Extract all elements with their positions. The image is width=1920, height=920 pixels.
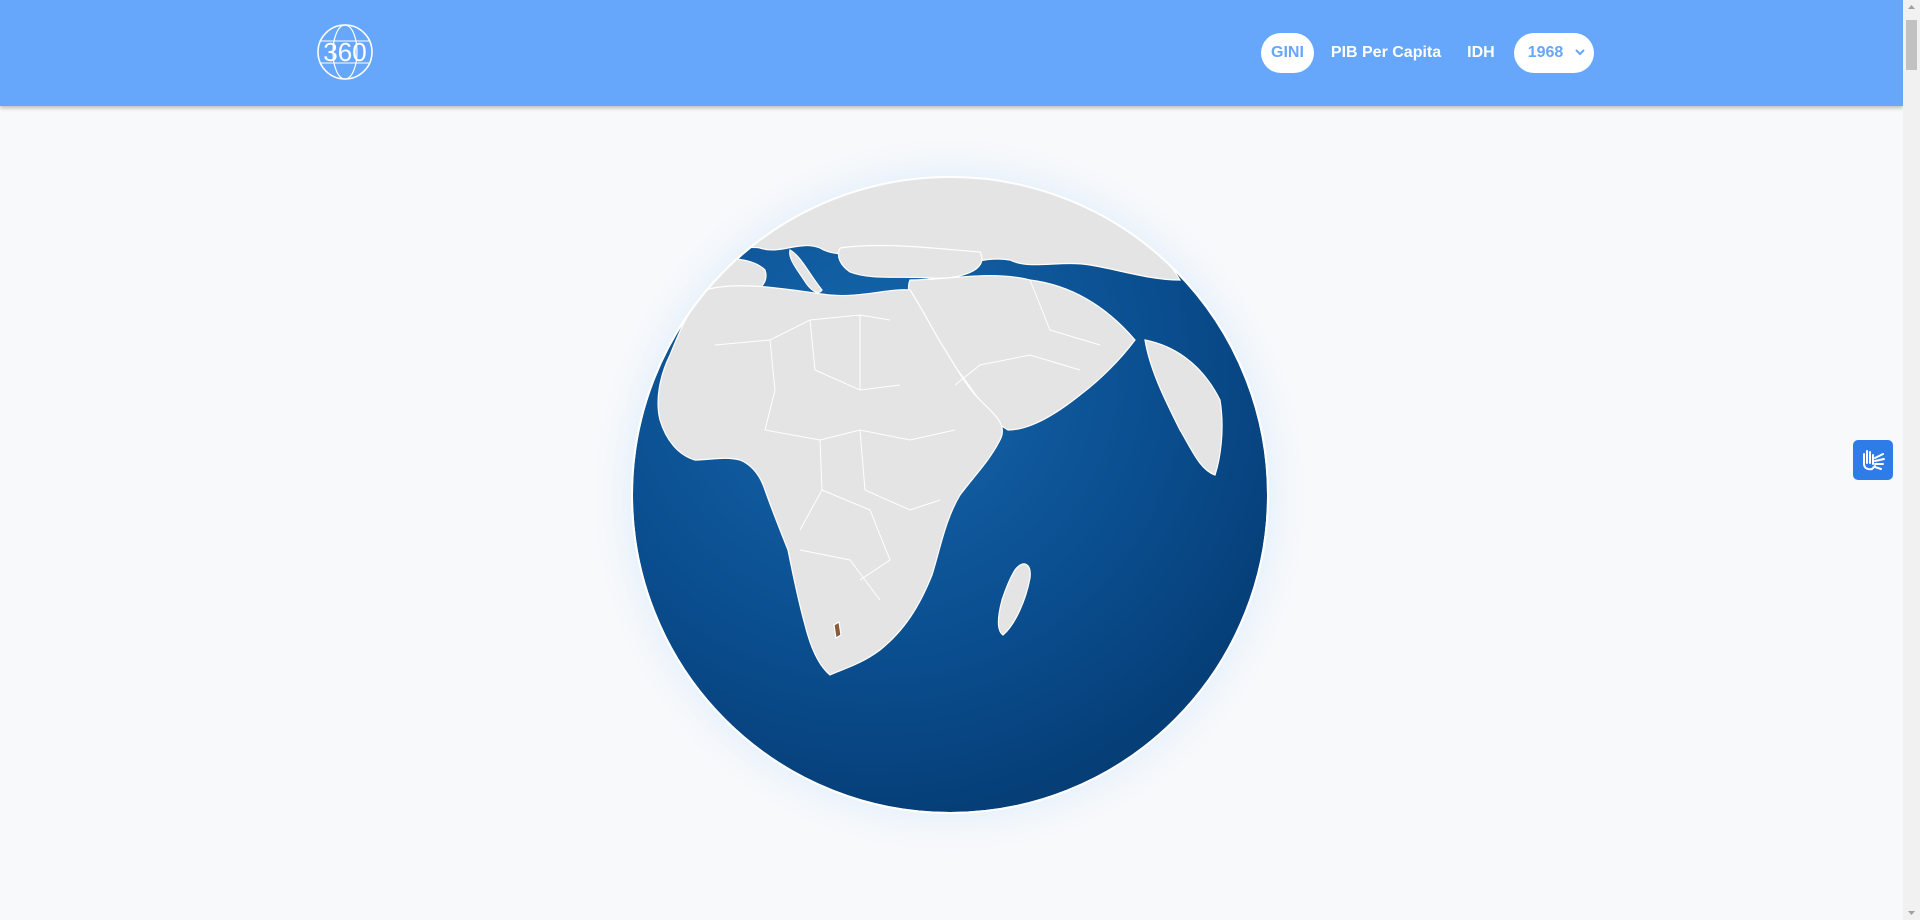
top-header: 360 GINI PIB Per Capita IDH 1968: [0, 0, 1903, 106]
chevron-down-icon: [1575, 49, 1585, 56]
year-select[interactable]: 1968: [1513, 33, 1594, 73]
logo[interactable]: 360: [316, 23, 374, 81]
land-balkans-turkey[interactable]: [837, 244, 983, 279]
globe-360-logo-icon: 360: [317, 24, 373, 80]
scroll-down-arrow-icon[interactable]: [1903, 906, 1920, 920]
nav-gini[interactable]: GINI: [1261, 33, 1314, 73]
nav-idh[interactable]: IDH: [1458, 33, 1504, 73]
main-nav: GINI PIB Per Capita IDH 1968: [1261, 33, 1594, 73]
globe-svg[interactable]: [560, 130, 1340, 910]
accessibility-button[interactable]: [1853, 440, 1893, 480]
vertical-scrollbar[interactable]: [1903, 0, 1920, 920]
nav-pib-per-capita[interactable]: PIB Per Capita: [1322, 33, 1450, 73]
year-select-value: 1968: [1527, 44, 1564, 61]
logo-text: 360: [323, 37, 366, 67]
globe-map[interactable]: [560, 130, 1340, 910]
country-highlight-south[interactable]: [833, 621, 842, 639]
sign-language-hands-icon: [1863, 450, 1885, 471]
scroll-up-arrow-icon[interactable]: [1903, 0, 1920, 14]
scroll-thumb[interactable]: [1906, 20, 1917, 70]
